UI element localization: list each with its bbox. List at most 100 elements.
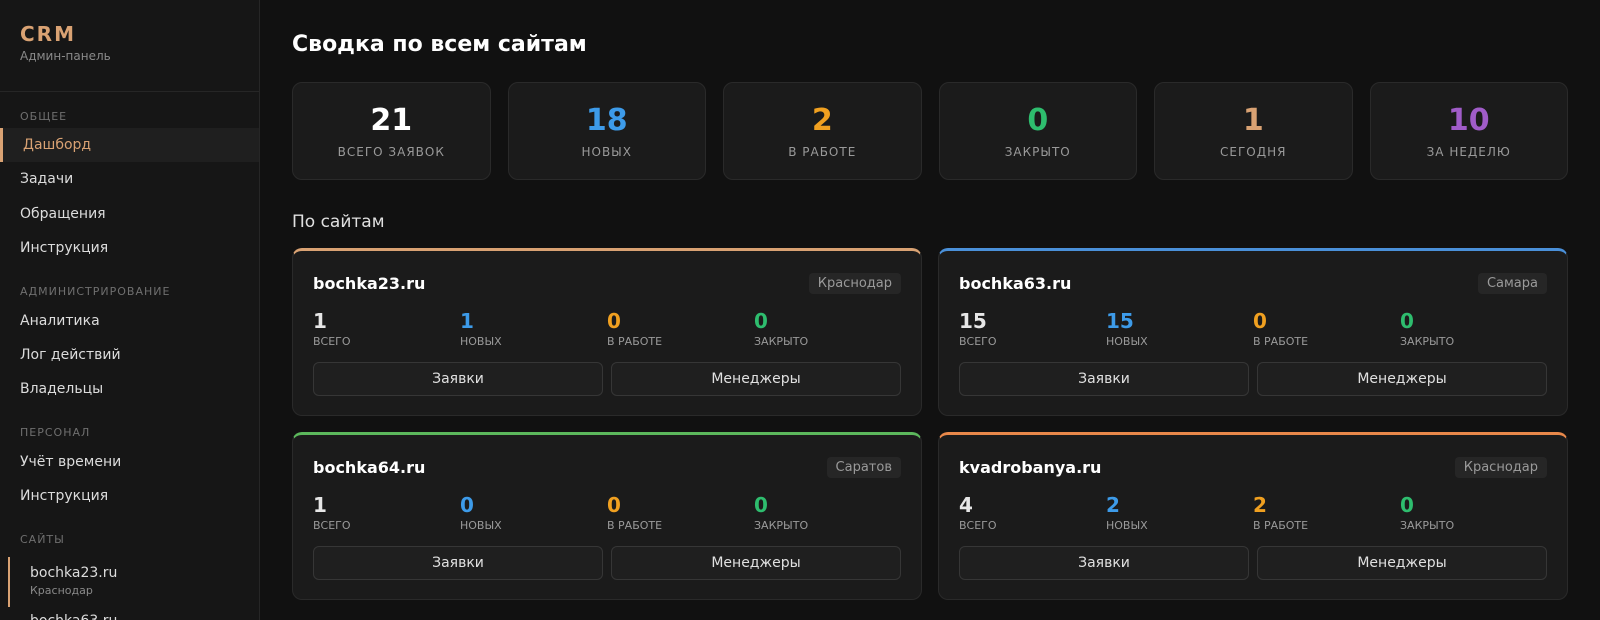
stat-value: 0 — [1027, 103, 1049, 138]
stat-label: ЗА НЕДЕЛЮ — [1426, 145, 1511, 159]
metric-value: 0 — [607, 309, 621, 333]
sidebar-item-staff-instruction[interactable]: Инструкция — [0, 479, 259, 513]
site-metric-total: 15 ВСЕГО — [959, 309, 1106, 348]
sidebar-item-time-tracking[interactable]: Учёт времени — [0, 445, 259, 479]
site-metrics: 15 ВСЕГО 15 НОВЫХ 0 В РАБОТЕ 0 ЗАКРЫТО — [959, 309, 1547, 348]
sidebar-item-dashboard[interactable]: Дашборд — [0, 128, 259, 162]
metric-label: НОВЫХ — [460, 519, 502, 532]
stat-card: 18 НОВЫХ — [507, 82, 706, 180]
requests-button[interactable]: Заявки — [959, 546, 1249, 580]
site-city-badge: Саратов — [826, 456, 901, 478]
nav-section-general: ОБЩЕЕ — [20, 110, 68, 123]
site-domain: bochka23.ru — [313, 273, 426, 293]
site-metrics: 1 ВСЕГО 0 НОВЫХ 0 В РАБОТЕ 0 ЗАКРЫТО — [313, 493, 901, 532]
metric-label: В РАБОТЕ — [1253, 519, 1309, 532]
site-card: bochka64.ru Саратов 1 ВСЕГО 0 НОВЫХ 0 В РАБОТЕ 0… — [292, 432, 922, 600]
metric-label: ЗАКРЫТО — [754, 335, 809, 348]
site-metric-in-work: 0 В РАБОТЕ — [607, 493, 754, 532]
site-card: bochka23.ru Краснодар 1 ВСЕГО 1 НОВЫХ 0 В РАБОТ… — [292, 248, 922, 416]
site-metric-in-work: 0 В РАБОТЕ — [607, 309, 754, 348]
stat-value: 21 — [370, 103, 413, 138]
nav-section-sites: САЙТЫ — [20, 533, 65, 546]
site-domain: bochka63.ru — [959, 273, 1072, 293]
metric-value: 0 — [460, 493, 474, 517]
stat-value: 2 — [811, 103, 833, 138]
sites-section-title: По сайтам — [292, 212, 385, 232]
site-metric-total: 1 ВСЕГО — [313, 309, 460, 348]
metric-label: ЗАКРЫТО — [1400, 519, 1455, 532]
site-city-badge: Самара — [1477, 272, 1547, 294]
site-card-header: bochka23.ru Краснодар — [313, 271, 901, 295]
sidebar-item-action-log[interactable]: Лог действий — [0, 338, 259, 372]
sidebar-item-requests[interactable]: Обращения — [0, 197, 259, 231]
metric-label: ЗАКРЫТО — [1400, 335, 1455, 348]
sidebar-item-instruction[interactable]: Инструкция — [0, 231, 259, 265]
metric-label: НОВЫХ — [1106, 335, 1148, 348]
nav-section-staff: ПЕРСОНАЛ — [20, 426, 91, 439]
metric-label: В РАБОТЕ — [1253, 335, 1309, 348]
sidebar-site-bochka23[interactable]: bochka23.ru Краснодар — [8, 557, 252, 607]
sidebar-item-owners[interactable]: Владельцы — [0, 372, 259, 406]
metric-value: 1 — [460, 309, 474, 333]
requests-button[interactable]: Заявки — [959, 362, 1249, 396]
site-city-badge: Краснодар — [1454, 456, 1547, 478]
sidebar-item-tasks[interactable]: Задачи — [0, 162, 259, 196]
stat-card: 0 ЗАКРЫТО — [938, 82, 1137, 180]
metric-value: 1 — [313, 309, 327, 333]
site-metric-new: 2 НОВЫХ — [1106, 493, 1253, 532]
sidebar: CRM Админ-панель ОБЩЕЕ Дашборд Задачи Об… — [0, 0, 260, 620]
sidebar-item-analytics[interactable]: Аналитика — [0, 304, 259, 338]
site-metric-new: 15 НОВЫХ — [1106, 309, 1253, 348]
site-card: kvadrobanya.ru Краснодар 4 ВСЕГО 2 НОВЫХ 2 В РА… — [938, 432, 1568, 600]
stat-value: 18 — [585, 103, 628, 138]
metric-value: 4 — [959, 493, 973, 517]
site-metric-closed: 0 ЗАКРЫТО — [1400, 309, 1547, 348]
sidebar-site-bochka63[interactable]: bochka63.ru — [30, 612, 117, 620]
requests-button[interactable]: Заявки — [313, 362, 603, 396]
managers-button[interactable]: Менеджеры — [1257, 546, 1547, 580]
site-metric-closed: 0 ЗАКРЫТО — [1400, 493, 1547, 532]
managers-button[interactable]: Менеджеры — [1257, 362, 1547, 396]
site-card-header: bochka63.ru Самара — [959, 271, 1547, 295]
stat-label: СЕГОДНЯ — [1220, 145, 1287, 159]
stats-row: 21 ВСЕГО ЗАЯВОК 18 НОВЫХ 2 В РАБОТЕ 0 ЗАКРЫТО 1 С… — [292, 82, 1568, 180]
sites-grid: bochka23.ru Краснодар 1 ВСЕГО 1 НОВЫХ 0 В РАБОТ… — [292, 248, 1568, 600]
metric-label: НОВЫХ — [460, 335, 502, 348]
stat-label: НОВЫХ — [581, 145, 632, 159]
stat-label: ЗАКРЫТО — [1004, 145, 1071, 159]
requests-button[interactable]: Заявки — [313, 546, 603, 580]
metric-value: 15 — [1106, 309, 1134, 333]
stat-label: В РАБОТЕ — [788, 145, 857, 159]
stat-card: 2 В РАБОТЕ — [723, 82, 922, 180]
sidebar-site-city: Краснодар — [30, 584, 93, 597]
site-metric-total: 1 ВСЕГО — [313, 493, 460, 532]
site-card-actions: Заявки Менеджеры — [959, 546, 1547, 580]
metric-label: ВСЕГО — [959, 335, 997, 348]
managers-button[interactable]: Менеджеры — [611, 362, 901, 396]
metric-label: В РАБОТЕ — [607, 519, 663, 532]
metric-value: 0 — [607, 493, 621, 517]
site-card-actions: Заявки Менеджеры — [959, 362, 1547, 396]
stat-card: 10 ЗА НЕДЕЛЮ — [1369, 82, 1568, 180]
site-domain: kvadrobanya.ru — [959, 457, 1102, 477]
metric-label: ВСЕГО — [959, 519, 997, 532]
stat-card: 21 ВСЕГО ЗАЯВОК — [292, 82, 491, 180]
site-metric-new: 0 НОВЫХ — [460, 493, 607, 532]
metric-label: В РАБОТЕ — [607, 335, 663, 348]
stat-label: ВСЕГО ЗАЯВОК — [337, 145, 445, 159]
site-card-header: bochka64.ru Саратов — [313, 455, 901, 479]
metric-value: 0 — [754, 493, 768, 517]
site-metric-closed: 0 ЗАКРЫТО — [754, 493, 901, 532]
stat-value: 10 — [1447, 103, 1490, 138]
metric-value: 15 — [959, 309, 987, 333]
site-metric-closed: 0 ЗАКРЫТО — [754, 309, 901, 348]
managers-button[interactable]: Менеджеры — [611, 546, 901, 580]
site-metrics: 4 ВСЕГО 2 НОВЫХ 2 В РАБОТЕ 0 ЗАКРЫТО — [959, 493, 1547, 532]
metric-label: ЗАКРЫТО — [754, 519, 809, 532]
metric-value: 1 — [313, 493, 327, 517]
site-metric-in-work: 2 В РАБОТЕ — [1253, 493, 1400, 532]
stat-value: 1 — [1242, 103, 1264, 138]
metric-value: 0 — [1253, 309, 1267, 333]
metric-label: ВСЕГО — [313, 519, 351, 532]
metric-value: 2 — [1253, 493, 1267, 517]
